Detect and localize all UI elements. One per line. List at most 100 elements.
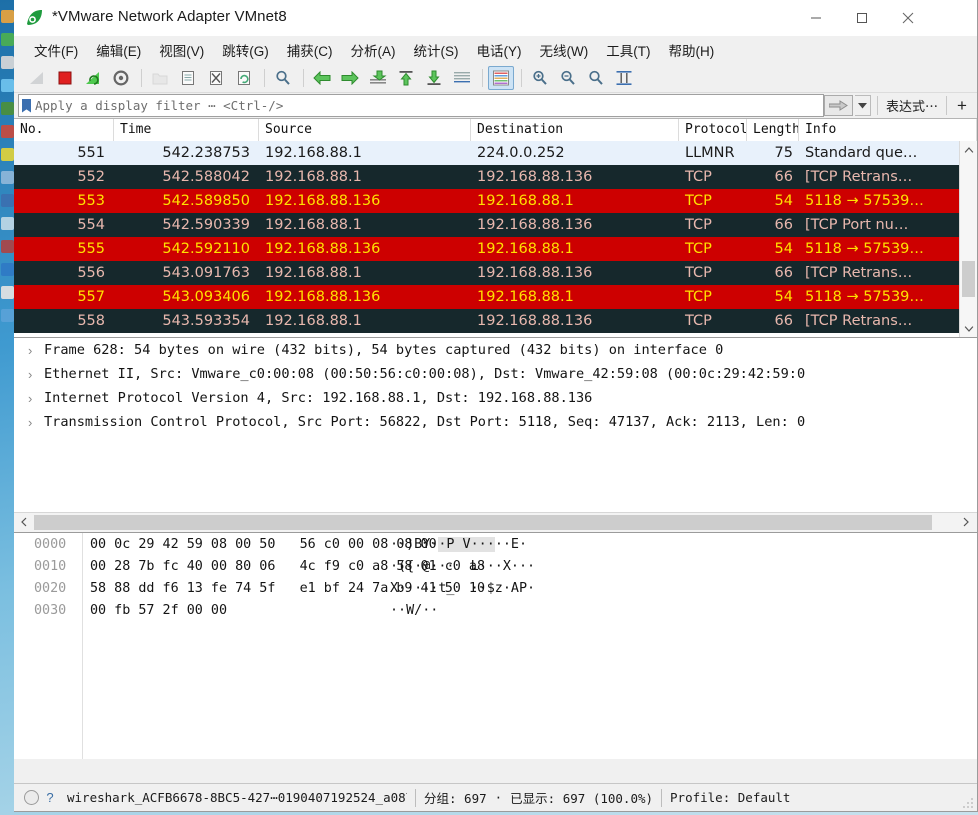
display-filter-input[interactable]: Apply a display filter ⋯ <Ctrl-/> — [18, 94, 824, 117]
chevron-right-icon[interactable]: › — [28, 391, 44, 406]
packet-bytes-pane[interactable]: 0000 00 0c 29 42 59 08 00 50 56 c0 00 08 … — [14, 532, 977, 759]
packet-list-rows[interactable]: 551 542.238753 192.168.88.1 224.0.0.252 LLMN… — [14, 141, 960, 337]
autoscroll-icon[interactable] — [449, 66, 475, 90]
menu-capture[interactable]: 捕获(C) — [279, 37, 341, 63]
filter-expression-button[interactable]: 表达式⋯ — [878, 96, 946, 115]
detail-row-ipv4[interactable]: › Internet Protocol Version 4, Src: 192.… — [14, 386, 977, 410]
cell-length: 75 — [774, 145, 793, 161]
detail-row-tcp[interactable]: › Transmission Control Protocol, Src Por… — [14, 410, 977, 434]
menu-file[interactable]: 文件(F) — [26, 37, 86, 63]
table-row[interactable]: 551 542.238753 192.168.88.1 224.0.0.252 LLMN… — [14, 141, 960, 165]
packet-detail-pane[interactable]: › Frame 628: 54 bytes on wire (432 bits)… — [14, 338, 977, 532]
menu-tools[interactable]: 工具(T) — [598, 37, 658, 63]
chevron-right-icon[interactable]: › — [28, 415, 44, 430]
column-no[interactable]: No. — [14, 119, 114, 141]
hex-bytes: 00 fb 57 2f 00 00 — [90, 602, 228, 618]
help-expert-info-icon[interactable]: ? — [39, 790, 61, 805]
menu-statistics[interactable]: 统计(S) — [406, 37, 467, 63]
stop-capture-icon[interactable] — [52, 66, 78, 90]
status-separator — [415, 788, 416, 807]
hex-row[interactable]: 0000 00 0c 29 42 59 08 00 50 56 c0 00 08 … — [14, 533, 977, 555]
cell-time: 542.238753 — [162, 145, 250, 161]
table-row[interactable]: 556 543.091763 192.168.88.1 192.168.88.136 T… — [14, 261, 960, 285]
go-back-icon[interactable] — [309, 66, 335, 90]
menu-telephony[interactable]: 电话(Y) — [469, 37, 530, 63]
desktop-icon — [1, 102, 14, 115]
maximize-button[interactable] — [839, 0, 885, 36]
go-to-last-packet-icon[interactable] — [421, 66, 447, 90]
detail-row-frame[interactable]: › Frame 628: 54 bytes on wire (432 bits)… — [14, 338, 977, 362]
cell-protocol: TCP — [685, 265, 712, 281]
menu-go[interactable]: 跳转(G) — [214, 37, 277, 63]
capture-status-circle-icon[interactable] — [24, 790, 39, 805]
close-file-icon[interactable] — [203, 66, 229, 90]
column-protocol[interactable]: Protocol — [679, 119, 747, 141]
profile-label[interactable]: Profile: Default — [670, 790, 790, 805]
table-row[interactable]: 555 542.592110 192.168.88.136 192.168.88.1 T… — [14, 237, 960, 261]
toolbar-separator — [264, 68, 265, 87]
go-to-first-packet-icon[interactable] — [393, 66, 419, 90]
table-row[interactable]: 554 542.590339 192.168.88.1 192.168.88.136 T… — [14, 213, 960, 237]
reload-file-icon[interactable] — [231, 66, 257, 90]
capture-options-icon[interactable] — [108, 66, 134, 90]
zoom-reset-icon[interactable] — [583, 66, 609, 90]
menu-analyze[interactable]: 分析(A) — [343, 37, 404, 63]
cell-no: 554 — [77, 217, 105, 233]
save-file-icon[interactable] — [175, 66, 201, 90]
display-filter-bar: Apply a display filter ⋯ <Ctrl-/> 表达式⋯ + — [14, 93, 977, 119]
resize-grip-icon[interactable] — [962, 796, 974, 808]
cell-destination: 192.168.88.136 — [477, 313, 593, 329]
chevron-right-icon[interactable]: › — [28, 367, 44, 382]
start-capture-icon[interactable] — [24, 66, 50, 90]
zoom-in-icon[interactable] — [527, 66, 553, 90]
hex-row[interactable]: 0010 00 28 7b fc 40 00 80 06 4c f9 c0 a8 … — [14, 555, 977, 577]
cell-length: 66 — [774, 169, 793, 185]
menu-help[interactable]: 帮助(H) — [660, 37, 722, 63]
chevron-right-icon[interactable]: › — [28, 343, 44, 358]
filter-history-dropdown-icon[interactable] — [854, 95, 871, 116]
zoom-out-icon[interactable] — [555, 66, 581, 90]
apply-filter-button[interactable] — [823, 95, 853, 116]
cell-length: 54 — [774, 241, 793, 257]
table-row[interactable]: 557 543.093406 192.168.88.136 192.168.88.1 T… — [14, 285, 960, 309]
column-length[interactable]: Length — [747, 119, 799, 141]
menu-wireless[interactable]: 无线(W) — [532, 37, 597, 63]
desktop-icon — [1, 263, 14, 276]
table-row[interactable]: 558 543.593354 192.168.88.1 192.168.88.136 T… — [14, 309, 960, 333]
table-row[interactable]: 553 542.589850 192.168.88.136 192.168.88.1 T… — [14, 189, 960, 213]
cell-protocol: TCP — [685, 193, 712, 209]
detail-row-ethernet[interactable]: › Ethernet II, Src: Vmware_c0:00:08 (00:… — [14, 362, 977, 386]
add-filter-button[interactable]: + — [947, 96, 977, 116]
hex-row[interactable]: 0030 00 fb 57 2f 00 00 ··W/·· — [14, 599, 977, 621]
hex-row[interactable]: 0020 58 88 dd f6 13 fe 74 5f e1 bf 24 7a … — [14, 577, 977, 599]
resize-columns-icon[interactable] — [611, 66, 637, 90]
minimize-button[interactable] — [793, 0, 839, 36]
restart-capture-icon[interactable] — [80, 66, 106, 90]
bookmark-icon[interactable] — [22, 98, 31, 113]
column-source[interactable]: Source — [259, 119, 471, 141]
open-file-icon[interactable] — [147, 66, 173, 90]
hex-dump-rows[interactable]: 0000 00 0c 29 42 59 08 00 50 56 c0 00 08 … — [14, 533, 977, 621]
column-time[interactable]: Time — [114, 119, 259, 141]
go-forward-icon[interactable] — [337, 66, 363, 90]
table-row[interactable]: 552 542.588042 192.168.88.1 192.168.88.136 T… — [14, 165, 960, 189]
scroll-down-arrow-icon[interactable] — [960, 320, 977, 337]
go-to-packet-icon[interactable] — [365, 66, 391, 90]
colorize-packets-icon[interactable] — [488, 65, 514, 90]
packet-detail-horizontal-scrollbar[interactable] — [14, 512, 977, 532]
menu-edit[interactable]: 编辑(E) — [88, 37, 149, 63]
close-button[interactable] — [885, 0, 931, 36]
column-info[interactable]: Info — [799, 119, 977, 141]
cell-length: 66 — [774, 217, 793, 233]
packet-list-scroll-thumb[interactable] — [962, 261, 975, 297]
scroll-left-arrow-icon[interactable] — [14, 513, 33, 531]
find-packet-icon[interactable] — [270, 66, 296, 90]
detail-row-tcp-text: Transmission Control Protocol, Src Port:… — [44, 414, 806, 430]
packet-detail-scroll-thumb[interactable] — [34, 515, 932, 530]
scroll-right-arrow-icon[interactable] — [956, 513, 975, 531]
menu-view[interactable]: 视图(V) — [151, 37, 212, 63]
column-destination[interactable]: Destination — [471, 119, 679, 141]
packet-list-vertical-scrollbar[interactable] — [959, 141, 977, 337]
scroll-up-arrow-icon[interactable] — [960, 141, 977, 158]
packet-list-pane[interactable]: No. Time Source Destination Protocol Len… — [14, 119, 977, 338]
